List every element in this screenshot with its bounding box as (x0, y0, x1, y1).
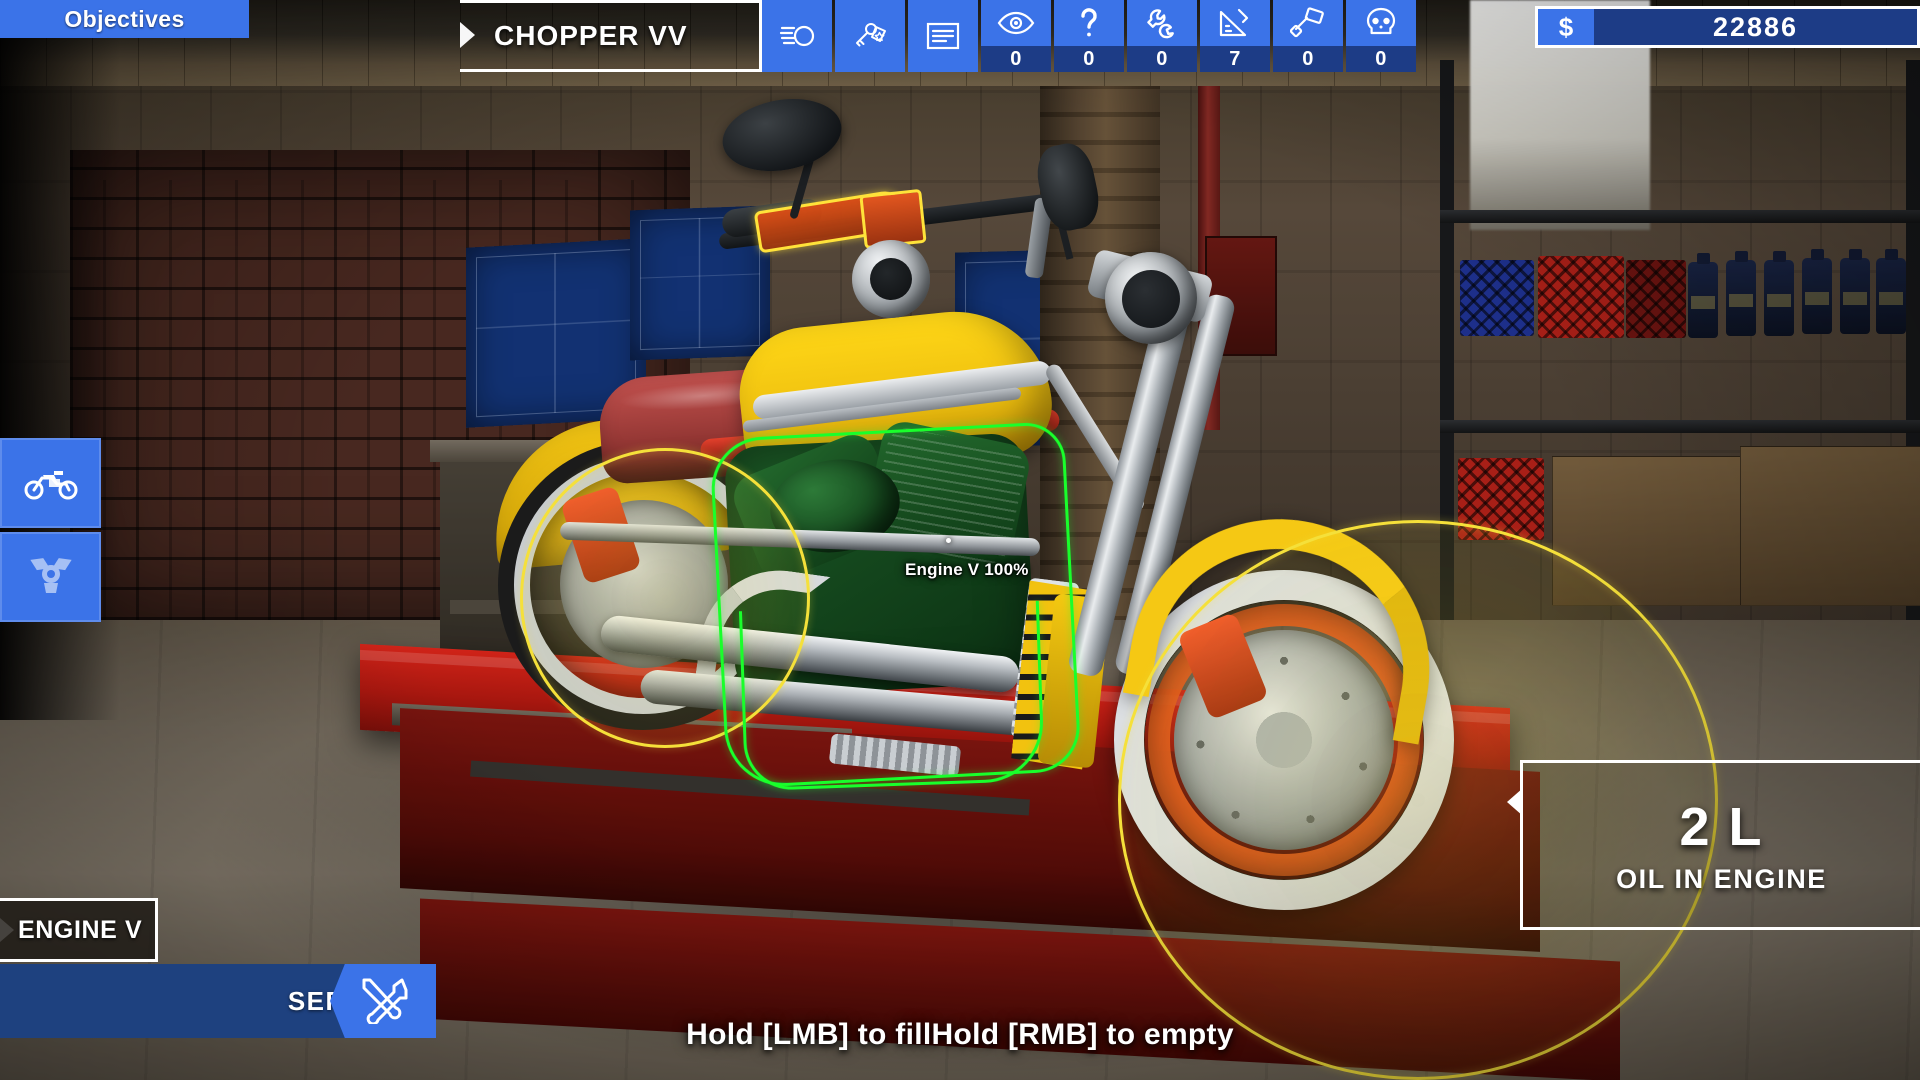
currency-icon: $ (1538, 9, 1594, 45)
selected-part-panel: ENGINE V (0, 898, 158, 962)
damage-status-count: 0 (1346, 46, 1416, 72)
visual-status-count: 0 (981, 46, 1051, 72)
visual-status-cell[interactable]: 0 (981, 0, 1051, 72)
keys-icon (852, 13, 888, 59)
unknown-status-cell[interactable]: 0 (1054, 0, 1124, 72)
selected-part-label: ENGINE V (18, 915, 143, 944)
paint-status-count: 0 (1273, 46, 1343, 72)
objectives-button[interactable]: Objectives (0, 0, 249, 38)
headlight-icon (779, 13, 815, 59)
oil-amount-value: 2 L (1679, 796, 1764, 857)
sidebar-item-vehicle[interactable] (0, 438, 101, 528)
unknown-status-count: 0 (1054, 46, 1124, 72)
paint-status-cell[interactable]: 0 (1273, 0, 1343, 72)
notes-status-cell[interactable] (908, 0, 978, 72)
objectives-label: Objectives (64, 5, 185, 32)
question-icon (1076, 0, 1102, 46)
headlight-status-cell[interactable] (762, 0, 832, 72)
eye-icon (997, 0, 1035, 46)
tuning-status-cell[interactable]: 7 (1200, 0, 1270, 72)
category-tabs (0, 438, 101, 622)
wrench-icon (1144, 0, 1180, 46)
repair-status-cell[interactable]: 0 (1127, 0, 1197, 72)
motorcycle-icon (23, 461, 79, 506)
sidebar-item-engine[interactable] (0, 532, 101, 622)
oil-info-panel: 2 L OIL IN ENGINE (1520, 760, 1920, 930)
damage-status-cell[interactable]: 0 (1346, 0, 1416, 72)
ruler-icon (1217, 0, 1253, 46)
control-hint-text: Hold [LMB] to fillHold [RMB] to empty (686, 1018, 1234, 1051)
money-value: 22886 (1712, 11, 1799, 42)
v-engine-icon (25, 553, 77, 602)
notes-icon (926, 13, 960, 59)
oil-amount-label: OIL IN ENGINE (1616, 863, 1827, 894)
repair-status-count: 0 (1127, 46, 1197, 72)
hud-overlay: Objectives CHOPPER VV 0 0 0 7 0 0 $ 2288… (0, 0, 1920, 1080)
money-panel: $ 22886 (1535, 6, 1920, 48)
vehicle-name-label: CHOPPER VV (494, 20, 688, 51)
game-screen: Engine V 100% Objectives CHOPPER VV 0 0 … (0, 0, 1920, 1080)
vehicle-name-panel: CHOPPER VV (460, 0, 762, 72)
keys-status-cell[interactable] (835, 0, 905, 72)
skull-icon (1364, 0, 1398, 46)
tuning-status-count: 7 (1200, 46, 1270, 72)
status-icon-strip: 0 0 0 7 0 0 (762, 0, 1416, 72)
roller-icon (1290, 0, 1326, 46)
